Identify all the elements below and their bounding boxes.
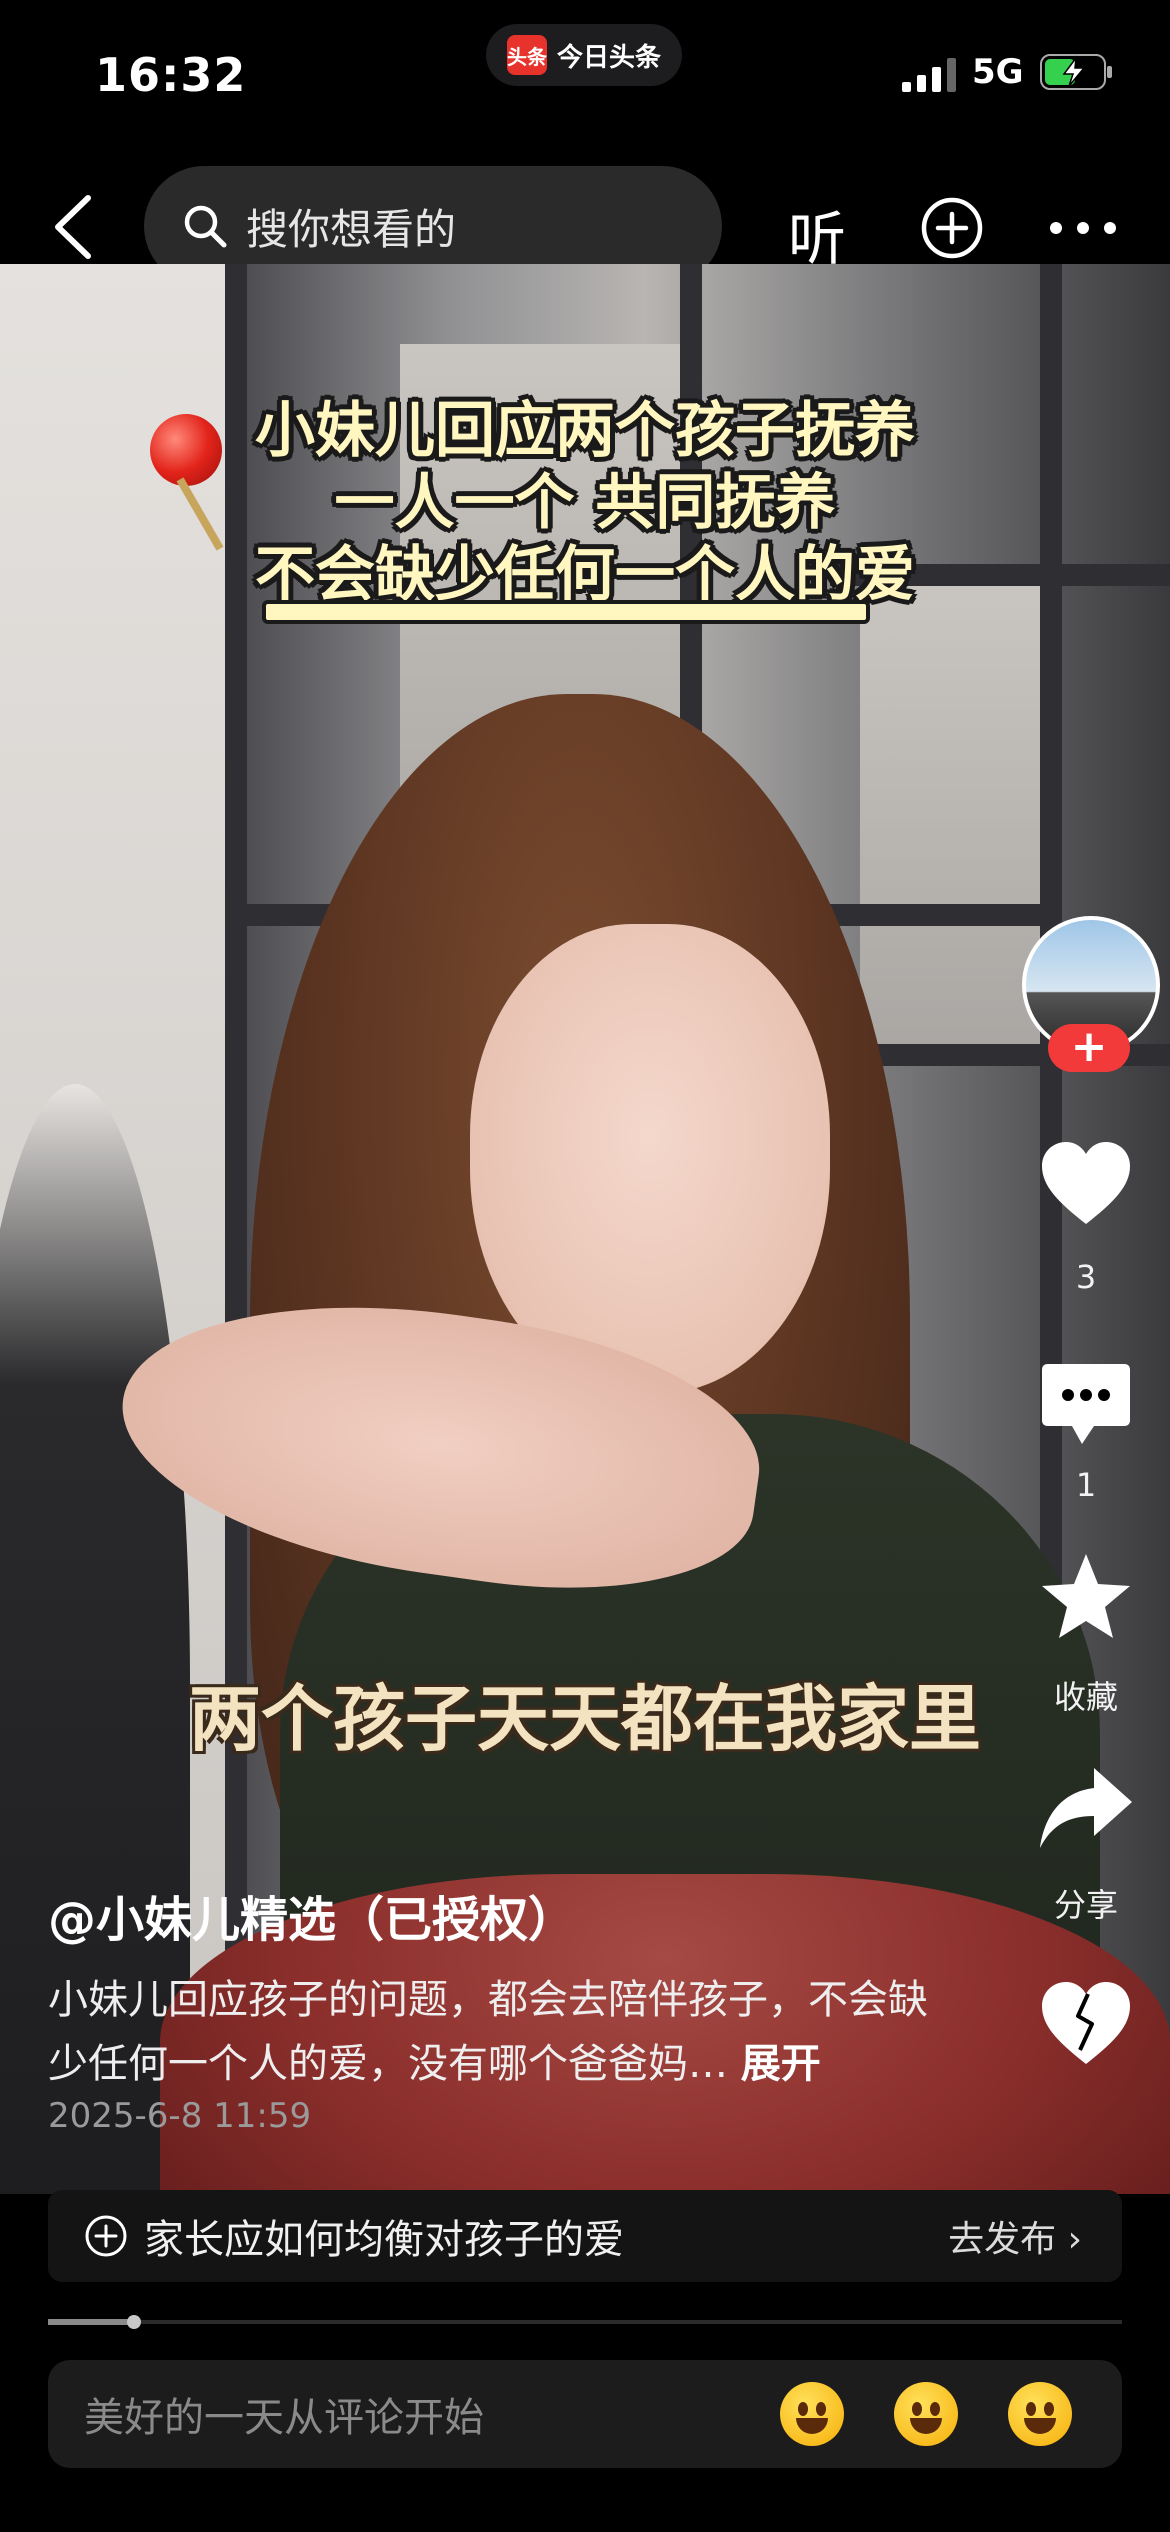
like-heart-icon[interactable] <box>1038 1140 1134 1228</box>
add-circle-icon <box>85 2215 127 2257</box>
author-name[interactable]: @小妹儿精选（已授权） <box>48 1880 576 1950</box>
topic-text: 家长应如何均衡对孩子的爱 <box>144 2217 624 2263</box>
shelf-panel <box>860 584 1040 1064</box>
like-count: 3 <box>1075 1258 1097 1296</box>
video-progress-handle[interactable] <box>127 2315 141 2329</box>
search-placeholder: 搜你想看的 <box>246 204 457 254</box>
battery-charging-icon <box>1040 54 1112 90</box>
signal-icon <box>902 58 956 92</box>
woman-face <box>470 924 830 1394</box>
publish-link[interactable]: 去发布 › <box>948 2210 1082 2262</box>
expand-link[interactable]: 展开 <box>741 2041 821 2087</box>
comment-count: 1 <box>1075 1466 1097 1504</box>
app-indicator-pill[interactable]: 头条 今日头条 <box>486 24 682 86</box>
share-arrow-icon[interactable] <box>1038 1764 1134 1852</box>
comment-bubble-icon[interactable] <box>1038 1360 1134 1448</box>
caption-underline <box>262 600 870 624</box>
beaming-emoji-icon[interactable] <box>1008 2382 1072 2446</box>
comment-input-bar[interactable]: 美好的一天从评论开始 <box>48 2360 1122 2468</box>
network-type: 5G <box>972 52 1024 92</box>
back-chevron-icon[interactable] <box>48 194 98 260</box>
comment-placeholder: 美好的一天从评论开始 <box>84 2395 484 2441</box>
broken-heart-icon[interactable] <box>1038 1980 1134 2068</box>
status-time: 16:32 <box>95 48 247 102</box>
share-label: 分享 <box>1053 1886 1118 1924</box>
video-progress-track[interactable] <box>48 2320 1122 2324</box>
app-name: 今日头条 <box>556 42 661 73</box>
post-description[interactable]: 小妹儿回应孩子的问题，都会去陪伴孩子，不会缺少任何一个人的爱，没有哪个爸爸妈… … <box>48 1968 948 2096</box>
follow-button[interactable]: + <box>1048 1024 1130 1072</box>
favorite-star-icon[interactable] <box>1038 1552 1134 1640</box>
grinning-emoji-icon[interactable] <box>894 2382 958 2446</box>
add-circle-icon[interactable] <box>920 196 984 260</box>
toutiao-logo-icon: 头条 <box>506 35 547 75</box>
video-progress-fill <box>48 2319 134 2325</box>
post-date: 2025-6-8 11:59 <box>48 2096 312 2136</box>
laughing-tears-emoji-icon[interactable] <box>780 2382 844 2446</box>
favorite-label: 收藏 <box>1053 1678 1118 1716</box>
video-subtitle: 两个孩子天天都在我家里 <box>188 1677 981 1761</box>
search-icon <box>184 205 227 248</box>
more-options-icon[interactable] <box>1048 220 1118 236</box>
topic-bar[interactable]: 家长应如何均衡对孩子的爱 去发布 › <box>48 2190 1122 2282</box>
